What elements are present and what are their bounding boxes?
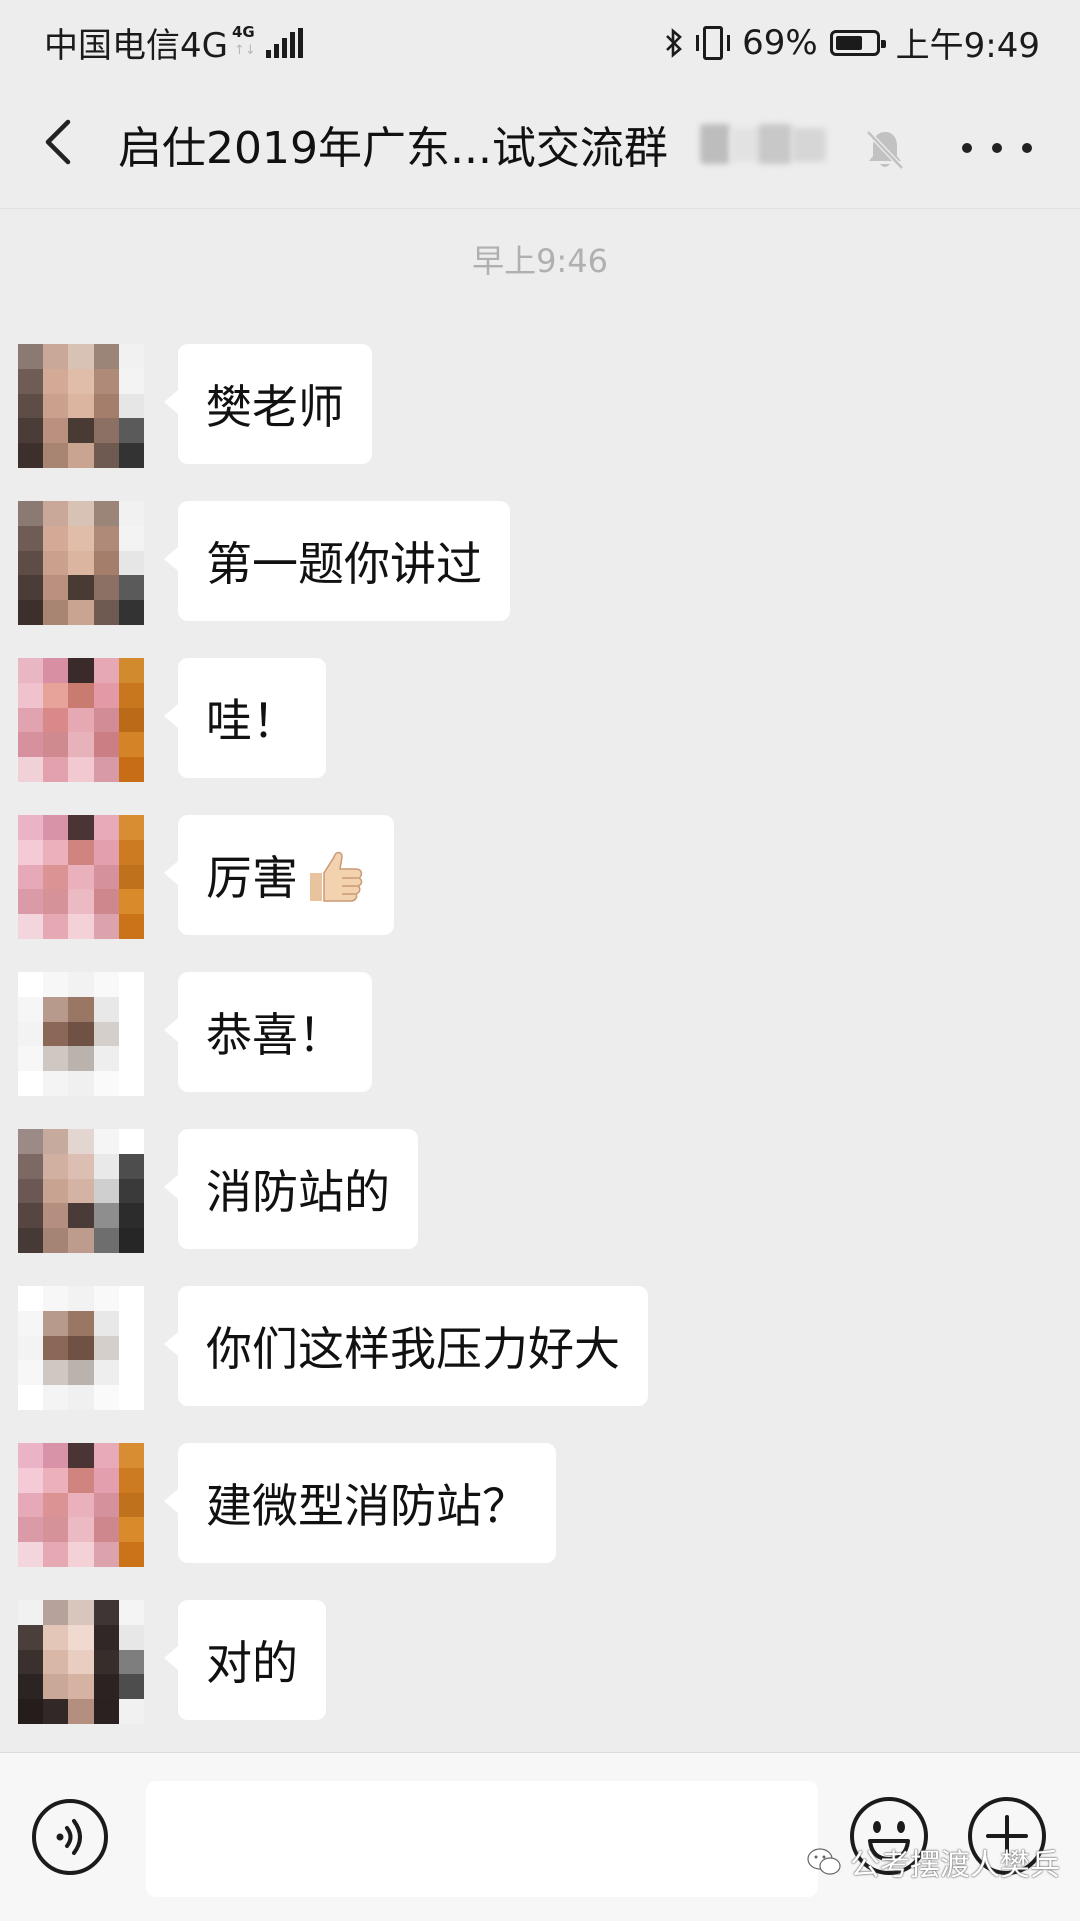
more-icon[interactable] <box>962 128 1032 168</box>
message-bubble[interactable]: 樊老师 <box>164 344 372 464</box>
network-type-label: 4G <box>231 22 255 41</box>
message-text: 你们这样我压力好大 <box>206 1322 620 1376</box>
message-row: 恭喜！ <box>0 970 1080 1096</box>
chat-header: 启仕2019年广东...试交流群 <box>0 76 1080 209</box>
message-row: 你们这样我压力好大 <box>0 1284 1080 1410</box>
voice-icon[interactable] <box>30 1797 110 1877</box>
thumbs-up-icon <box>310 851 363 902</box>
message-input[interactable] <box>146 1781 818 1897</box>
message-text: 建微型消防站？ <box>206 1479 528 1533</box>
avatar[interactable] <box>18 972 144 1096</box>
signal-icon <box>265 27 303 58</box>
input-bar <box>0 1752 1080 1921</box>
chat-title: 启仕2019年广东...试交流群 <box>118 123 668 174</box>
wechat-icon <box>807 1848 841 1875</box>
back-icon[interactable] <box>34 116 86 168</box>
message-text: 第一题你讲过 <box>206 537 482 591</box>
message-row: 厉害 <box>0 813 1080 939</box>
chat-timestamp: 早上9:46 <box>472 242 608 280</box>
message-bubble[interactable]: 恭喜！ <box>164 972 372 1092</box>
message-bubble[interactable]: 第一题你讲过 <box>164 501 510 621</box>
clock: 上午9:49 <box>895 26 1040 66</box>
avatar[interactable] <box>18 1286 144 1410</box>
message-bubble[interactable]: 厉害 <box>164 815 394 935</box>
message-row: 对的 <box>0 1598 1080 1724</box>
message-row: 建微型消防站？ <box>0 1441 1080 1567</box>
avatar[interactable] <box>18 344 144 468</box>
status-left: 中国电信4G 4G ↑↓ <box>44 18 303 67</box>
message-bubble[interactable]: 你们这样我压力好大 <box>164 1286 648 1406</box>
message-bubble[interactable]: 消防站的 <box>164 1129 418 1249</box>
message-text: 厉害 <box>206 851 298 905</box>
watermark-text: 公考摆渡人樊兵 <box>850 1848 1060 1883</box>
redacted-text <box>700 120 830 170</box>
bluetooth-icon <box>666 27 682 58</box>
message-row: 樊老师 <box>0 342 1080 468</box>
message-row: 哇！ <box>0 656 1080 782</box>
message-bubble[interactable]: 对的 <box>164 1600 326 1720</box>
avatar[interactable] <box>18 815 144 939</box>
message-bubble[interactable]: 哇！ <box>164 658 326 778</box>
mute-bell-icon <box>866 130 904 170</box>
message-bubble[interactable]: 建微型消防站？ <box>164 1443 556 1563</box>
battery-icon <box>829 29 886 56</box>
status-right: 69% 上午9:49 <box>664 18 1040 67</box>
message-text: 哇！ <box>206 694 298 748</box>
watermark: 公考摆渡人樊兵 <box>806 1840 1060 1884</box>
message-text: 恭喜！ <box>206 1008 344 1062</box>
avatar[interactable] <box>18 658 144 782</box>
avatar[interactable] <box>18 1600 144 1724</box>
network-badge: 4G ↑↓ <box>232 23 260 63</box>
message-row: 第一题你讲过 <box>0 499 1080 625</box>
message-text: 消防站的 <box>206 1165 390 1219</box>
message-text: 对的 <box>206 1636 298 1690</box>
avatar[interactable] <box>18 501 144 625</box>
message-text: 樊老师 <box>206 380 344 434</box>
vibrate-icon <box>692 25 734 60</box>
avatar[interactable] <box>18 1443 144 1567</box>
carrier-label: 中国电信4G <box>44 26 228 66</box>
data-arrows-label: ↑↓ <box>233 42 256 58</box>
status-bar: 中国电信4G 4G ↑↓ 69% 上午9:49 <box>0 0 1080 76</box>
avatar[interactable] <box>18 1129 144 1253</box>
battery-percent: 69% <box>742 22 818 63</box>
message-row: 消防站的 <box>0 1127 1080 1253</box>
